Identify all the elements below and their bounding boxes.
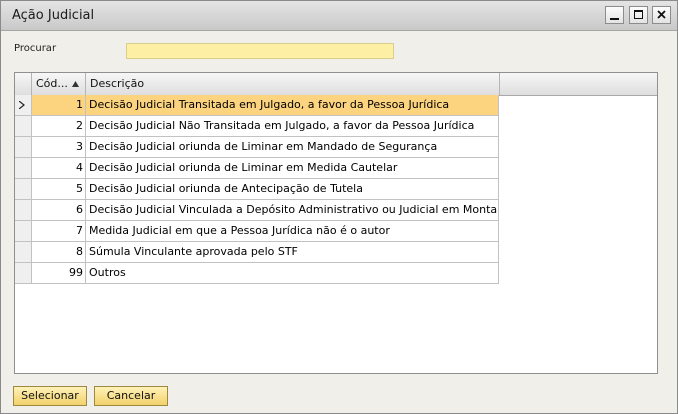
description-cell: Decisão Judicial Não Transitada em Julga… — [86, 116, 499, 137]
row-selector[interactable] — [15, 116, 32, 137]
code-cell: 1 — [32, 95, 86, 116]
description-cell: Medida Judicial em que a Pessoa Jurídica… — [86, 221, 499, 242]
row-selector[interactable] — [15, 221, 32, 242]
table-row[interactable]: 4 Decisão Judicial oriunda de Liminar em… — [15, 158, 499, 179]
dialog-window: Ação Judicial Procurar Cód... Descrição — [0, 0, 678, 414]
code-cell: 2 — [32, 116, 86, 137]
description-cell: Decisão Judicial oriunda de Liminar em M… — [86, 158, 499, 179]
description-header-label: Descrição — [90, 77, 145, 90]
row-selector[interactable] — [15, 179, 32, 200]
table-row[interactable]: 1 Decisão Judicial Transitada em Julgado… — [15, 95, 499, 116]
table-row[interactable]: 99 Outros — [15, 263, 499, 284]
code-column-header[interactable]: Cód... — [32, 73, 86, 95]
close-button[interactable] — [652, 6, 671, 24]
row-selector[interactable] — [15, 158, 32, 179]
table-row[interactable]: 7 Medida Judicial em que a Pessoa Jurídi… — [15, 221, 499, 242]
code-cell: 4 — [32, 158, 86, 179]
code-cell: 5 — [32, 179, 86, 200]
select-button[interactable]: Selecionar — [13, 386, 87, 406]
minimize-button[interactable] — [605, 6, 624, 24]
maximize-button[interactable] — [629, 6, 648, 24]
description-column-header[interactable]: Descrição — [86, 73, 500, 95]
maximize-icon — [634, 10, 643, 19]
cancel-button[interactable]: Cancelar — [94, 386, 168, 406]
description-cell: Decisão Judicial Transitada em Julgado, … — [86, 95, 499, 116]
sort-ascending-icon — [72, 81, 79, 87]
row-selector[interactable] — [15, 242, 32, 263]
row-selector[interactable] — [15, 200, 32, 221]
results-table: Cód... Descrição 1 Decisão Judicial Tran… — [14, 72, 658, 374]
description-cell: Outros — [86, 263, 499, 284]
table-header: Cód... Descrição — [15, 73, 657, 96]
table-row[interactable]: 5 Decisão Judicial oriunda de Antecipaçã… — [15, 179, 499, 200]
description-cell: Decisão Judicial oriunda de Liminar em M… — [86, 137, 499, 158]
search-input[interactable] — [126, 43, 394, 59]
search-label: Procurar — [14, 43, 57, 54]
description-cell: Decisão Judicial oriunda de Antecipação … — [86, 179, 499, 200]
row-selector[interactable] — [15, 137, 32, 158]
window-title: Ação Judicial — [12, 8, 95, 23]
row-selector[interactable] — [15, 263, 32, 284]
table-row[interactable]: 3 Decisão Judicial oriunda de Liminar em… — [15, 137, 499, 158]
row-pointer-icon — [19, 101, 25, 109]
table-row[interactable]: 8 Súmula Vinculante aprovada pelo STF — [15, 242, 499, 263]
description-cell: Decisão Judicial Vinculada a Depósito Ad… — [86, 200, 499, 221]
description-cell: Súmula Vinculante aprovada pelo STF — [86, 242, 499, 263]
code-cell: 8 — [32, 242, 86, 263]
minimize-icon — [610, 18, 619, 20]
code-cell: 7 — [32, 221, 86, 242]
code-cell: 3 — [32, 137, 86, 158]
row-selector[interactable] — [15, 95, 32, 116]
code-cell: 99 — [32, 263, 86, 284]
close-icon — [657, 10, 666, 19]
code-header-label: Cód... — [36, 77, 68, 90]
row-selector-header — [15, 73, 32, 95]
code-cell: 6 — [32, 200, 86, 221]
table-row[interactable]: 6 Decisão Judicial Vinculada a Depósito … — [15, 200, 499, 221]
title-bar[interactable]: Ação Judicial — [1, 1, 677, 31]
table-row[interactable]: 2 Decisão Judicial Não Transitada em Jul… — [15, 116, 499, 137]
